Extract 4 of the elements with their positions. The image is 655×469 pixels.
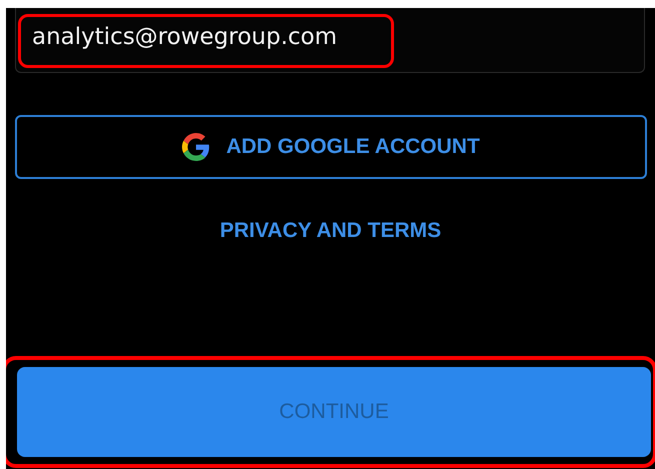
email-field[interactable]: analytics@rowegroup.com	[15, 8, 645, 73]
google-icon	[182, 133, 210, 161]
add-account-button[interactable]: ADD GOOGLE ACCOUNT	[15, 115, 647, 179]
privacy-link[interactable]: PRIVACY AND TERMS	[220, 219, 442, 243]
